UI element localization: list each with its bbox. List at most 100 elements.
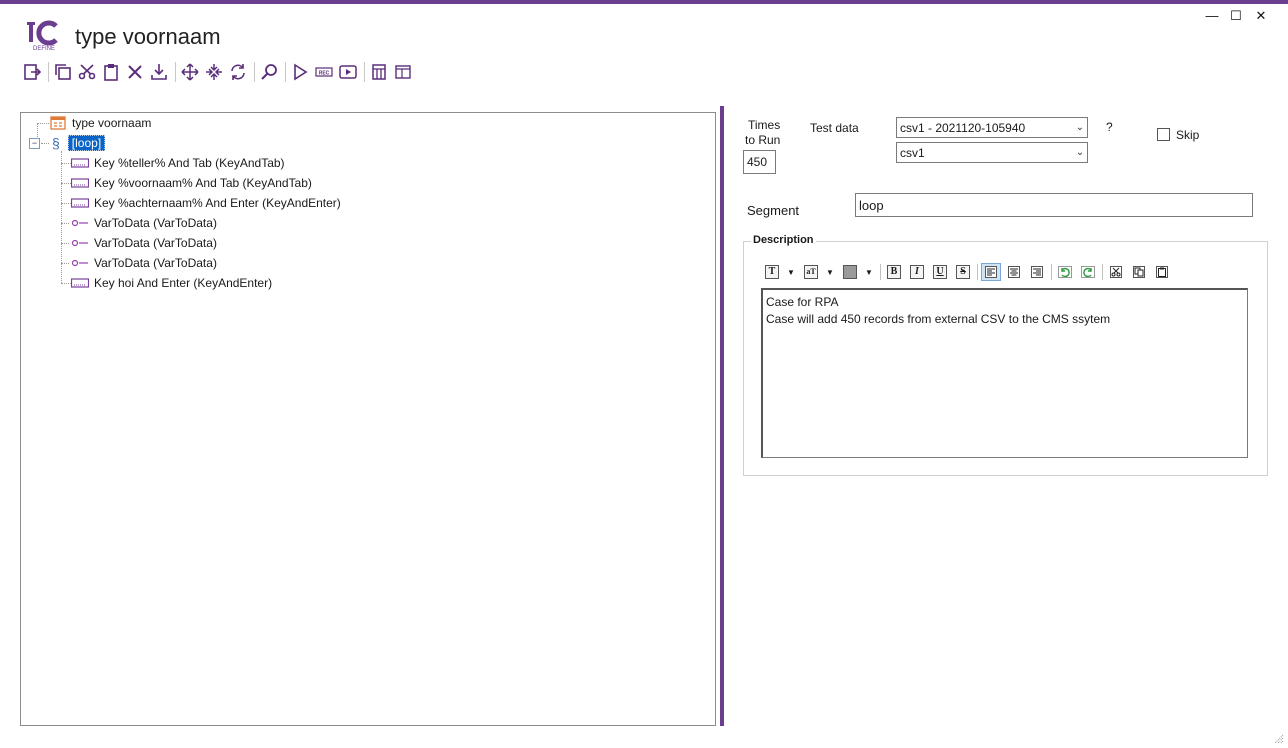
maximize-button[interactable]: ☐ — [1227, 8, 1245, 24]
align-left-button[interactable] — [981, 263, 1001, 281]
font-size-icon: aT — [804, 265, 818, 279]
segment-label: Segment — [747, 203, 800, 218]
align-center-button[interactable] — [1005, 264, 1023, 280]
refresh-icon — [231, 64, 245, 80]
clipboard-icon — [104, 64, 118, 81]
test-data-secondary-value: csv1 — [900, 145, 925, 160]
tree-root[interactable]: type voornaam — [49, 114, 151, 132]
refresh-button[interactable] — [227, 62, 249, 82]
tree-item[interactable]: Key %achternaam% And Enter (KeyAndEnter) — [71, 194, 341, 212]
font-button[interactable]: T — [763, 264, 781, 280]
bold-icon: B — [887, 265, 901, 279]
help-link[interactable]: ? — [1106, 120, 1113, 134]
test-data-secondary-select[interactable]: csv1 ⌄ — [896, 142, 1088, 163]
underline-button[interactable]: U — [931, 264, 949, 280]
keyboard-icon — [71, 177, 89, 189]
copy-icon — [55, 64, 71, 80]
cut-text-button[interactable] — [1107, 264, 1125, 280]
test-data-value: csv1 - 2021120-105940 — [900, 120, 1026, 135]
tree-item-label: VarToData (VarToData) — [94, 236, 217, 250]
strikethrough-button[interactable]: S — [954, 264, 972, 280]
app-title: type voornaam — [75, 24, 221, 49]
data-settings-button[interactable] — [368, 62, 390, 82]
collapse-toggle-icon[interactable]: − — [29, 137, 40, 149]
import-button[interactable] — [148, 62, 170, 82]
section-icon: § — [52, 135, 60, 151]
tree-group-label: [loop] — [67, 135, 106, 151]
tree-connector — [61, 183, 71, 184]
font-size-button[interactable]: aT — [802, 264, 820, 280]
tree-item[interactable]: VarToData (VarToData) — [71, 214, 217, 232]
svg-text:REC: REC — [319, 71, 330, 77]
resize-grip-icon[interactable] — [1274, 734, 1284, 744]
description-editor[interactable]: Case for RPA Case will add 450 records f… — [761, 288, 1248, 458]
cut-button[interactable] — [76, 62, 98, 82]
tree-item[interactable]: Key %voornaam% And Tab (KeyAndTab) — [71, 174, 312, 192]
color-button[interactable] — [841, 264, 859, 280]
italic-button[interactable]: I — [908, 264, 926, 280]
minimize-button[interactable]: — — [1203, 8, 1221, 24]
toolbar-separator — [977, 264, 978, 280]
copy-button[interactable] — [52, 62, 74, 82]
dropdown-arrow-icon[interactable]: ▼ — [864, 264, 874, 280]
tree-root-label: type voornaam — [72, 116, 152, 130]
undo-button[interactable] — [1056, 264, 1074, 280]
tree-item-label: Key %voornaam% And Tab (KeyAndTab) — [94, 176, 312, 190]
close-button[interactable]: ✕ — [1252, 8, 1270, 24]
table-icon — [49, 116, 67, 130]
copy-text-button[interactable] — [1130, 264, 1148, 280]
step-tree[interactable]: type voornaam − § [loop] Key %teller% An… — [20, 112, 716, 726]
exit-icon — [24, 64, 41, 80]
tree-connector — [37, 123, 49, 124]
tree-item[interactable]: VarToData (VarToData) — [71, 254, 217, 272]
search-button[interactable] — [258, 62, 280, 82]
tree-connector — [61, 203, 71, 204]
tree-item[interactable]: Key hoi And Enter (KeyAndEnter) — [71, 274, 272, 292]
window-icon — [395, 65, 411, 79]
test-data-label: Test data — [810, 121, 859, 135]
description-line: Case for RPA — [766, 295, 839, 309]
variable-icon — [71, 217, 89, 229]
times-to-run-input[interactable]: 450 — [743, 150, 776, 174]
toolbar-separator — [1051, 264, 1052, 280]
run-button[interactable] — [337, 62, 359, 82]
align-right-button[interactable] — [1028, 264, 1046, 280]
record-button[interactable]: REC — [313, 62, 335, 82]
keyboard-icon — [71, 277, 89, 289]
segment-input[interactable]: loop — [855, 193, 1253, 217]
move-button[interactable] — [179, 62, 201, 82]
paste-text-button[interactable] — [1153, 264, 1171, 280]
search-icon — [261, 64, 277, 80]
collapse-button[interactable] — [203, 62, 225, 82]
exit-button[interactable] — [21, 62, 43, 82]
dropdown-arrow-icon[interactable]: ▼ — [786, 264, 796, 280]
bold-button[interactable]: B — [885, 264, 903, 280]
tree-item-label: Key %teller% And Tab (KeyAndTab) — [94, 156, 285, 170]
variable-icon — [71, 237, 89, 249]
toolbar-separator — [364, 62, 365, 82]
italic-icon: I — [910, 265, 924, 279]
delete-icon — [128, 65, 142, 79]
delete-button[interactable] — [124, 62, 146, 82]
test-data-select[interactable]: csv1 - 2021120-105940 ⌄ — [896, 117, 1088, 138]
skip-checkbox[interactable] — [1157, 128, 1170, 141]
font-icon: T — [765, 265, 779, 279]
move-icon — [181, 63, 199, 81]
tree-item[interactable]: Key %teller% And Tab (KeyAndTab) — [71, 154, 285, 172]
paste-button[interactable] — [100, 62, 122, 82]
align-left-icon — [985, 266, 997, 278]
scissors-icon — [78, 64, 96, 80]
play-button[interactable] — [289, 62, 311, 82]
times-label: Times — [748, 118, 781, 132]
tree-group-loop[interactable]: − § [loop] — [29, 134, 106, 152]
align-center-icon — [1008, 266, 1020, 278]
download-icon — [151, 64, 167, 80]
tree-connector — [61, 243, 69, 244]
record-icon: REC — [315, 67, 333, 77]
dropdown-arrow-icon[interactable]: ▼ — [825, 264, 835, 280]
tree-item[interactable]: VarToData (VarToData) — [71, 234, 217, 252]
window-button[interactable] — [392, 62, 414, 82]
panel-splitter[interactable] — [720, 106, 724, 726]
redo-button[interactable] — [1079, 264, 1097, 280]
scissors-icon — [1110, 266, 1122, 278]
